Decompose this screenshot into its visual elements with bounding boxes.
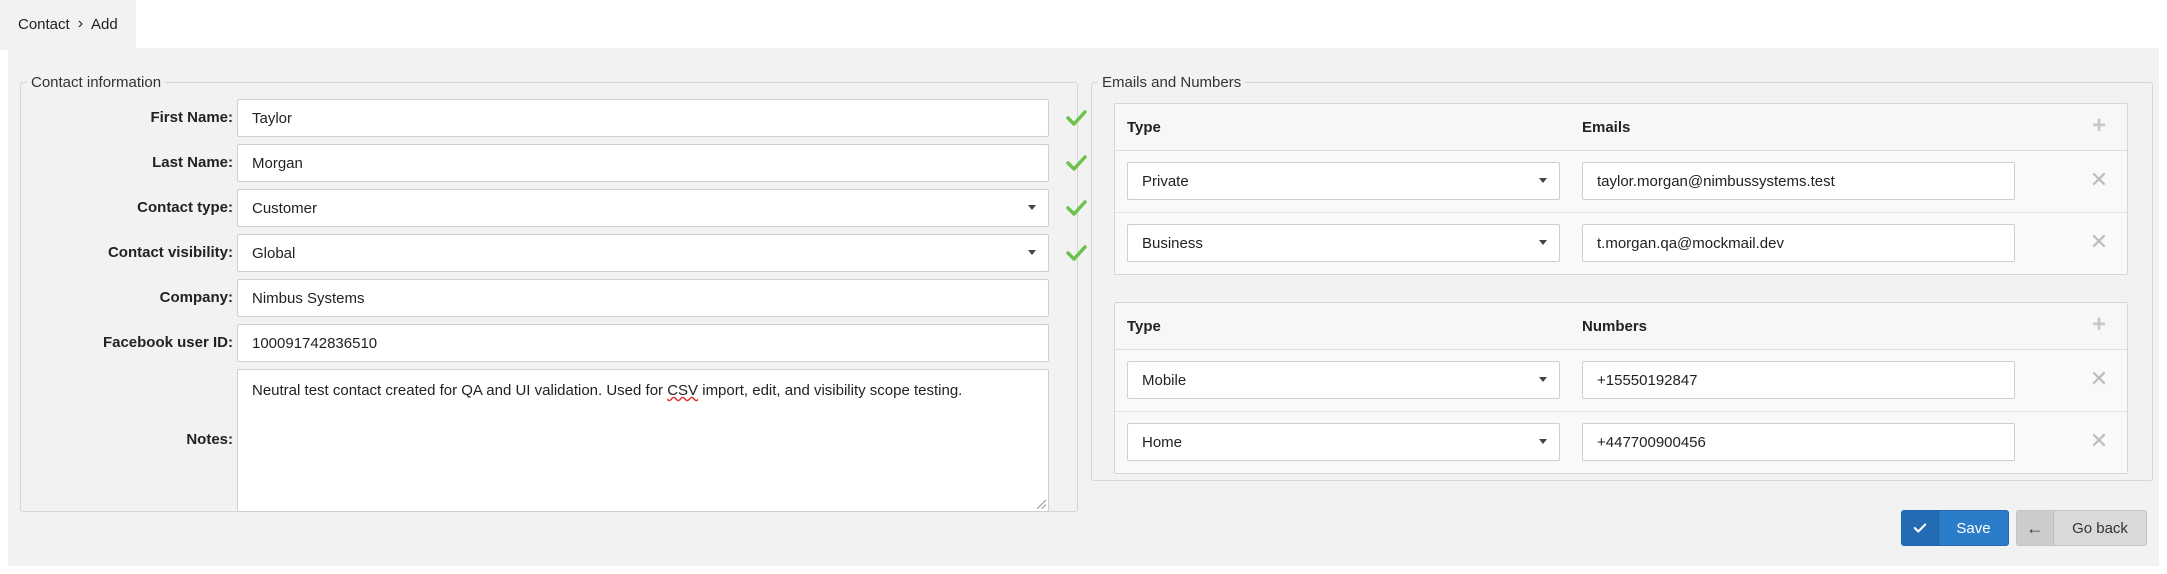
email-type-select[interactable]: Private [1127,162,1560,200]
contact-visibility-select[interactable]: Global [237,234,1049,272]
email-input[interactable]: taylor.morgan@nimbussystems.test [1582,162,2015,200]
check-icon [1065,197,1087,219]
go-back-button[interactable]: ← Go back [2016,510,2147,546]
save-button-label: Save [1956,519,1991,537]
save-button[interactable]: Save [1901,510,2009,546]
remove-number-close-icon[interactable]: ✕ [2089,368,2109,390]
number-type-value: Mobile [1142,371,1187,389]
facebook-user-id-label: Facebook user ID: [102,334,233,351]
last-name-input[interactable]: Morgan [237,144,1049,182]
remove-email-close-icon[interactable]: ✕ [2089,169,2109,191]
resize-handle-icon[interactable] [1037,500,1046,509]
add-number-plus-icon[interactable]: + [2089,313,2109,337]
caret-down-icon [1539,439,1547,444]
emails-numbers-fieldset: Emails and Numbers Type Emails + Private… [1091,74,2153,481]
caret-down-icon [1539,240,1547,245]
number-type-value: Home [1142,433,1183,451]
contact-type-select[interactable]: Customer [237,189,1049,227]
caret-down-icon [1028,250,1036,255]
caret-down-icon [1028,205,1036,210]
number-row: Mobile +15550192847 ✕ [1115,350,2127,412]
email-input[interactable]: t.morgan.qa@mockmail.dev [1582,224,2015,262]
number-input[interactable]: +447700900456 [1582,423,2015,461]
number-type-select[interactable]: Mobile [1127,361,1560,399]
check-icon [1902,511,1939,545]
breadcrumb: Contact › Add [0,0,136,50]
add-email-plus-icon[interactable]: + [2089,114,2109,138]
go-back-button-label: Go back [2072,519,2128,537]
numbers-table: Type Numbers + Mobile +15550192847 ✕ Hom… [1114,302,2128,474]
numbers-type-header: Type [1127,318,1161,335]
main-panel: Contact information First Name: Taylor L… [8,48,2159,566]
contact-visibility-value: Global [252,244,296,262]
contact-information-fieldset: Contact information First Name: Taylor L… [20,74,1087,512]
email-row: Private taylor.morgan@nimbussystems.test… [1115,151,2127,213]
check-icon [1065,242,1087,264]
breadcrumb-current: Add [91,15,118,33]
number-type-select[interactable]: Home [1127,423,1560,461]
facebook-user-id-input[interactable]: 100091742836510 [237,324,1049,362]
emails-type-header: Type [1127,119,1161,136]
last-name-label: Last Name: [152,154,233,171]
contact-visibility-label: Contact visibility: [107,244,233,261]
notes-text-part: Neutral test contact created for QA and … [252,382,668,399]
check-icon [1065,152,1087,174]
contact-information-legend: Contact information [31,74,162,91]
notes-text: Neutral test contact created for QA and … [252,382,962,399]
first-name-input[interactable]: Taylor [237,99,1049,137]
emails-value-header: Emails [1582,119,1631,136]
number-input[interactable]: +15550192847 [1582,361,2015,399]
notes-textarea[interactable]: Neutral test contact created for QA and … [237,369,1049,512]
arrow-left-icon: ← [2017,511,2054,545]
numbers-value-header: Numbers [1582,318,1648,335]
number-row: Home +447700900456 ✕ [1115,412,2127,473]
notes-spellcheck-word: CSV [667,382,699,399]
remove-number-close-icon[interactable]: ✕ [2089,430,2109,452]
remove-email-close-icon[interactable]: ✕ [2089,231,2109,253]
emails-table: Type Emails + Private taylor.morgan@nimb… [1114,103,2128,275]
check-icon [1065,107,1087,129]
contact-type-label: Contact type: [137,199,233,216]
breadcrumb-parent[interactable]: Contact [18,16,70,33]
email-type-select[interactable]: Business [1127,224,1560,262]
first-name-label: First Name: [150,109,233,126]
notes-text-part: import, edit, and visibility scope testi… [698,382,963,399]
company-input[interactable]: Nimbus Systems [237,279,1049,317]
emails-numbers-legend: Emails and Numbers [1102,74,1242,91]
numbers-table-header: Type Numbers + [1115,303,2127,350]
caret-down-icon [1539,377,1547,382]
caret-down-icon [1539,178,1547,183]
company-label: Company: [159,289,233,306]
chevron-right-icon: › [77,15,84,32]
contact-type-value: Customer [252,199,318,217]
email-type-value: Private [1142,172,1189,190]
notes-label: Notes: [186,431,233,448]
emails-table-header: Type Emails + [1115,104,2127,151]
email-row: Business t.morgan.qa@mockmail.dev ✕ [1115,213,2127,274]
email-type-value: Business [1142,234,1203,252]
